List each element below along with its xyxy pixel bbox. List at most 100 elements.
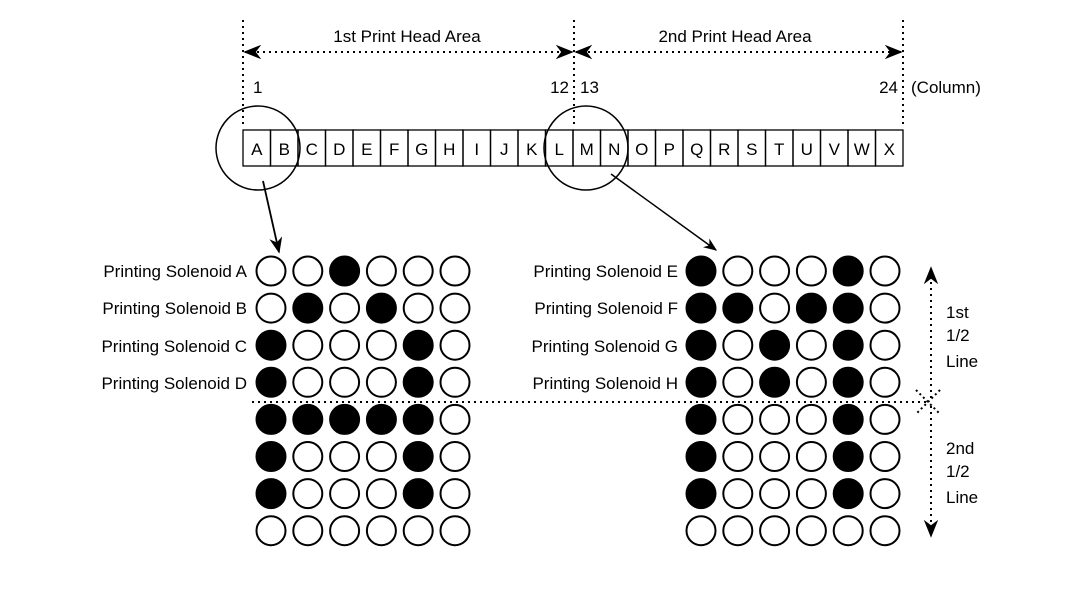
column-number-24: 24 xyxy=(879,78,898,97)
pointer-arrow-right xyxy=(610,173,718,251)
printed-dot xyxy=(255,441,287,472)
empty-dot xyxy=(722,329,754,361)
column-cell-h: H xyxy=(434,129,464,167)
column-letter: E xyxy=(361,140,372,159)
column-cell-c: C xyxy=(297,129,327,167)
empty-dot xyxy=(869,441,901,472)
printed-dot xyxy=(795,292,827,324)
empty-dot xyxy=(402,292,434,324)
column-letter: J xyxy=(500,140,509,159)
empty-dot xyxy=(759,478,791,510)
column-letter: F xyxy=(389,140,399,159)
printed-dot xyxy=(759,366,791,398)
column-cell-g: G xyxy=(407,129,437,167)
empty-dot xyxy=(292,478,324,510)
empty-dot xyxy=(439,292,471,324)
printed-dot xyxy=(832,292,864,324)
empty-dot xyxy=(795,366,827,398)
empty-dot xyxy=(365,515,397,547)
column-cell-l: L xyxy=(544,129,574,167)
first-head-area-label: 1st Print Head Area xyxy=(333,27,481,46)
column-cell-p: P xyxy=(654,129,684,167)
empty-dot xyxy=(722,255,754,287)
column-cell-s: S xyxy=(737,129,767,167)
empty-dot xyxy=(869,292,901,324)
empty-dot xyxy=(292,255,324,287)
column-cell-u: U xyxy=(792,129,822,167)
empty-dot xyxy=(329,292,361,324)
column-letter: Q xyxy=(690,140,703,159)
column-cell-a: A xyxy=(242,129,272,167)
solenoid-label: Printing Solenoid H xyxy=(532,374,678,393)
column-letter: C xyxy=(306,140,318,159)
second-half-line-label-3: Line xyxy=(946,488,978,507)
empty-dot xyxy=(292,329,324,361)
solenoid-labels-right: Printing Solenoid E Printing Solenoid F … xyxy=(532,262,678,393)
column-letter: B xyxy=(279,140,290,159)
dot-grid-left xyxy=(255,255,471,547)
solenoid-label: Printing Solenoid B xyxy=(102,299,247,318)
column-letter: S xyxy=(746,140,757,159)
column-cell-r: R xyxy=(709,129,739,167)
second-half-line-label-2: 1/2 xyxy=(946,462,970,481)
empty-dot xyxy=(722,478,754,510)
empty-dot xyxy=(439,329,471,361)
column-number-13: 13 xyxy=(580,78,599,97)
column-letter: H xyxy=(443,140,455,159)
column-cell-m: M xyxy=(572,129,602,167)
printed-dot xyxy=(832,366,864,398)
printed-dot xyxy=(402,329,434,361)
empty-dot xyxy=(759,403,791,435)
empty-dot xyxy=(869,366,901,398)
column-number-12: 12 xyxy=(550,78,569,97)
printed-dot xyxy=(685,441,717,472)
empty-dot xyxy=(759,515,791,547)
first-half-line-label-1: 1st xyxy=(946,303,969,322)
empty-dot xyxy=(722,441,754,472)
printed-dot xyxy=(832,478,864,510)
empty-dot xyxy=(255,515,287,547)
empty-dot xyxy=(795,329,827,361)
empty-dot xyxy=(439,441,471,472)
printed-dot xyxy=(685,366,717,398)
empty-dot xyxy=(292,366,324,398)
column-letter: V xyxy=(829,140,841,159)
column-cell-e: E xyxy=(352,129,382,167)
empty-dot xyxy=(292,515,324,547)
empty-dot xyxy=(402,255,434,287)
empty-dot xyxy=(439,478,471,510)
column-cells: ABCDEFGHI JKLMNOPQRSTUVWX xyxy=(242,129,904,167)
empty-dot xyxy=(795,255,827,287)
empty-dot xyxy=(795,515,827,547)
empty-dot xyxy=(832,515,864,547)
printed-dot xyxy=(365,403,397,435)
column-letter: K xyxy=(526,140,538,159)
printed-dot xyxy=(722,292,754,324)
printed-dot xyxy=(255,366,287,398)
column-cell-i: I xyxy=(462,129,492,167)
printed-dot xyxy=(255,478,287,510)
column-cell-q: Q xyxy=(682,129,712,167)
column-cell-w: W xyxy=(847,129,877,167)
empty-dot xyxy=(722,515,754,547)
printed-dot xyxy=(759,329,791,361)
solenoid-labels-left: Printing Solenoid A Printing Solenoid B … xyxy=(101,262,247,393)
column-letter: P xyxy=(664,140,675,159)
printed-dot xyxy=(685,292,717,324)
printed-dot xyxy=(329,255,361,287)
empty-dot xyxy=(439,403,471,435)
empty-dot xyxy=(329,329,361,361)
empty-dot xyxy=(365,255,397,287)
empty-dot xyxy=(722,366,754,398)
empty-dot xyxy=(869,515,901,547)
printed-dot xyxy=(832,255,864,287)
column-cell-f: F xyxy=(379,129,409,167)
empty-dot xyxy=(255,255,287,287)
printed-dot xyxy=(402,366,434,398)
empty-dot xyxy=(759,292,791,324)
empty-dot xyxy=(329,515,361,547)
empty-dot xyxy=(292,441,324,472)
empty-dot xyxy=(869,478,901,510)
column-letter: N xyxy=(608,140,620,159)
pointer-arrow-left xyxy=(262,180,283,254)
